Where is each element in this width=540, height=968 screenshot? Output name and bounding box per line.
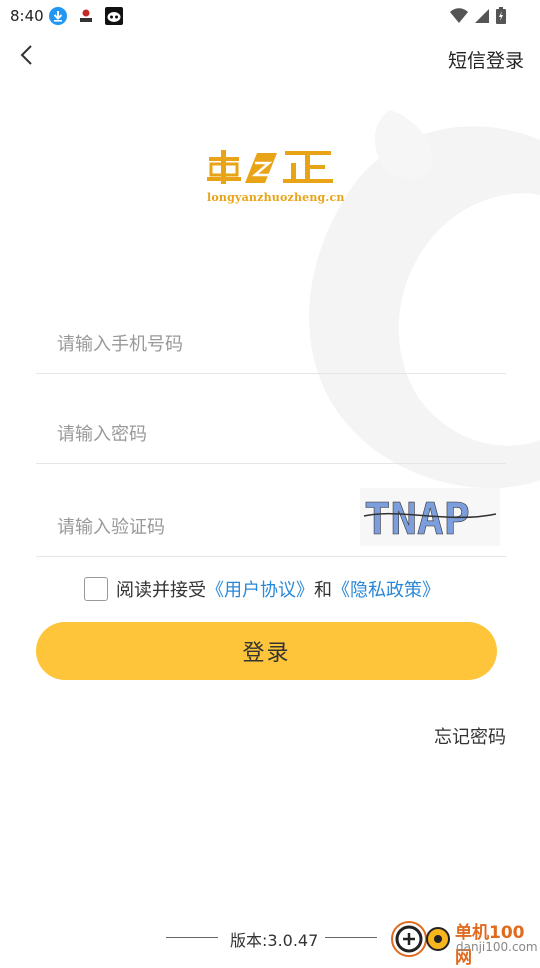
version-divider-right xyxy=(325,937,377,938)
robot-app-icon xyxy=(105,7,123,25)
app-notification-icon xyxy=(78,8,94,24)
captcha-field: TNAP xyxy=(36,488,506,557)
agreement-checkbox[interactable] xyxy=(84,577,108,601)
download-icon xyxy=(49,7,67,25)
agreement-and: 和 xyxy=(314,580,332,601)
phone-input[interactable] xyxy=(55,323,359,365)
wifi-icon xyxy=(450,7,468,23)
password-field xyxy=(36,403,506,464)
captcha-text: TNAP xyxy=(364,494,470,545)
phone-field xyxy=(36,313,506,374)
captcha-image[interactable]: TNAP xyxy=(360,488,500,546)
agreement-row: 阅读并接受 《用户协议》 和 《隐私政策》 xyxy=(84,576,440,602)
status-bar: 8:40 xyxy=(0,0,540,32)
user-agreement-link[interactable]: 《用户协议》 xyxy=(206,576,314,602)
signal-icon xyxy=(475,8,489,23)
version-label: 版本:3.0.47 xyxy=(230,931,319,950)
login-button[interactable]: 登录 xyxy=(36,622,497,680)
logo-subtitle: longyanzhuozheng.cn xyxy=(207,191,345,204)
logo xyxy=(207,150,333,184)
status-right-icons xyxy=(450,7,506,24)
chevron-left-icon[interactable] xyxy=(16,44,38,66)
forgot-password-link[interactable]: 忘记密码 xyxy=(434,723,506,749)
captcha-input[interactable] xyxy=(55,506,359,548)
privacy-policy-link[interactable]: 《隐私政策》 xyxy=(332,576,440,602)
password-input[interactable] xyxy=(55,413,359,455)
top-bar: 短信登录 xyxy=(0,34,540,80)
battery-icon xyxy=(496,7,506,24)
sms-login-button[interactable]: 短信登录 xyxy=(448,46,524,73)
version-divider-left xyxy=(166,937,218,938)
watermark-url: danji100.com xyxy=(456,940,538,954)
status-time: 8:40 xyxy=(10,7,44,25)
agreement-prefix: 阅读并接受 xyxy=(116,580,206,601)
